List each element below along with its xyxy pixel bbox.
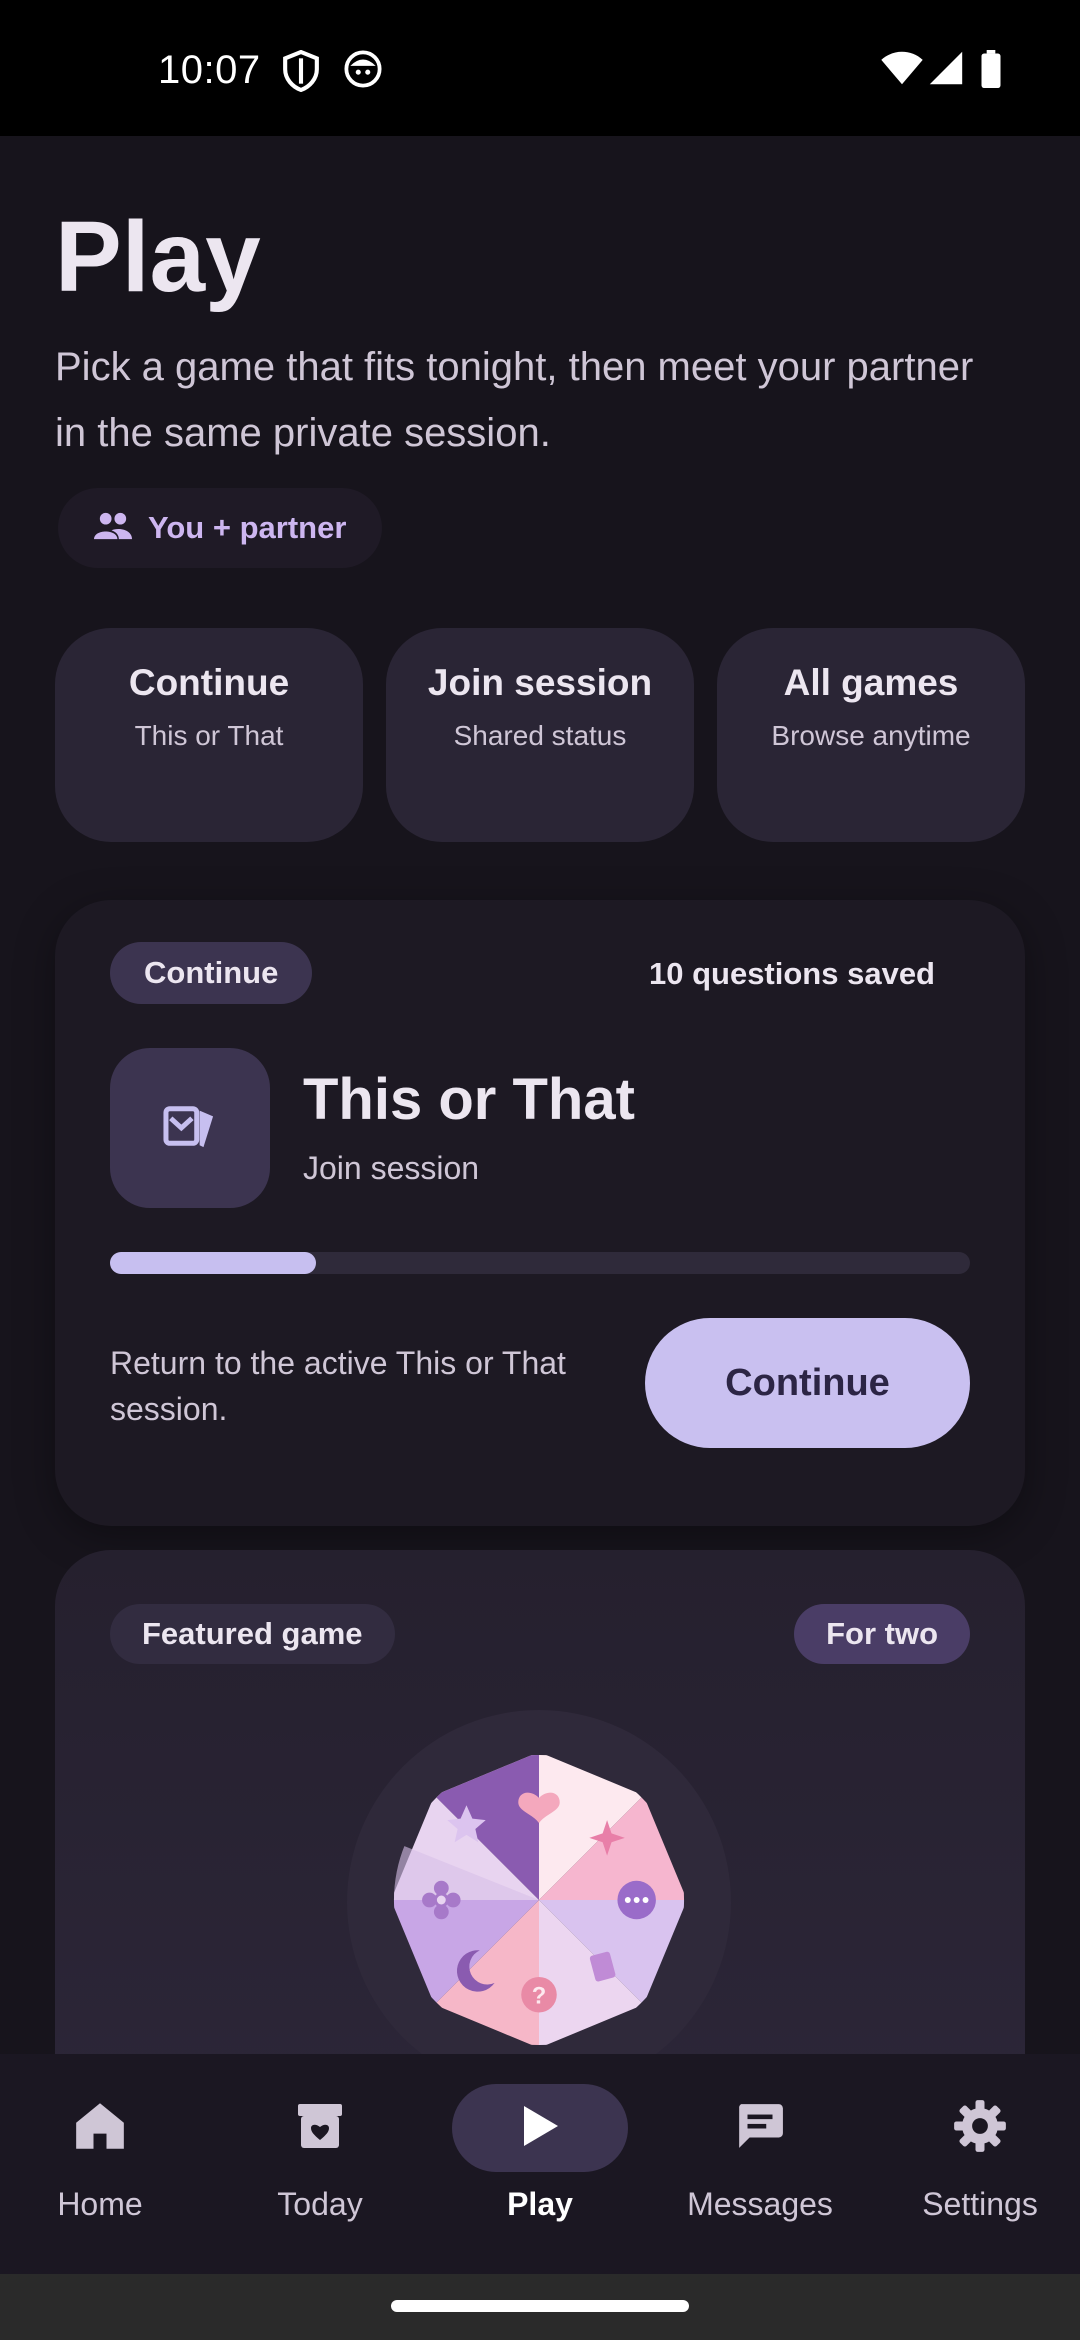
partner-chip[interactable]: You + partner bbox=[58, 488, 383, 568]
nav-label: Home bbox=[57, 2186, 143, 2222]
continue-badge: Continue bbox=[110, 942, 313, 1004]
questions-saved-label: 10 questions saved bbox=[648, 956, 935, 991]
featured-badge: Featured game bbox=[110, 1604, 395, 1664]
continue-button[interactable]: Continue bbox=[645, 1318, 970, 1448]
bottom-nav: Home Today Play Messages Settings bbox=[0, 2054, 1080, 2274]
gesture-bar[interactable] bbox=[391, 2300, 689, 2312]
featured-game-card[interactable]: Featured game For two ? bbox=[55, 1550, 1025, 2110]
quick-action-title: All games bbox=[783, 662, 959, 703]
message-icon bbox=[735, 2102, 785, 2155]
gear-icon bbox=[953, 2099, 1007, 2158]
svg-text:?: ? bbox=[532, 1984, 546, 2010]
continue-description: Return to the active This or That sessio… bbox=[110, 1345, 566, 1427]
quick-action-join-session[interactable]: Join session Shared status bbox=[386, 628, 694, 842]
for-two-chip: For two bbox=[794, 1604, 970, 1664]
game-icon-box bbox=[110, 1048, 270, 1208]
home-icon bbox=[74, 2101, 126, 2156]
nav-pill bbox=[452, 2084, 628, 2172]
page-title: Play bbox=[55, 201, 261, 313]
nav-pill bbox=[12, 2084, 188, 2172]
spin-wheel[interactable]: ? bbox=[391, 1752, 687, 2048]
nav-label: Messages bbox=[687, 2186, 833, 2222]
archive-heart-icon bbox=[296, 2102, 344, 2155]
nav-label: Play bbox=[507, 2186, 573, 2222]
quick-action-subtitle: This or That bbox=[134, 720, 284, 751]
continue-card: Continue 10 questions saved This or That… bbox=[55, 900, 1025, 1526]
nav-item-settings[interactable]: Settings bbox=[880, 2084, 1080, 2223]
quick-action-subtitle: Shared status bbox=[453, 720, 627, 751]
nav-label: Today bbox=[277, 2186, 363, 2222]
quick-action-title: Continue bbox=[128, 662, 290, 703]
nav-pill bbox=[232, 2084, 408, 2172]
nav-pill bbox=[892, 2084, 1068, 2172]
people-icon bbox=[94, 511, 132, 546]
gesture-area bbox=[0, 2274, 1080, 2340]
shield-icon bbox=[282, 49, 320, 97]
progress-bar bbox=[110, 1252, 970, 1274]
wifi-icon bbox=[880, 50, 924, 91]
face-icon bbox=[344, 50, 382, 93]
cards-icon bbox=[163, 1101, 217, 1156]
quick-action-continue[interactable]: Continue This or That bbox=[55, 628, 363, 842]
quick-action-title: Join session bbox=[427, 662, 653, 703]
quick-action-all-games[interactable]: All games Browse anytime bbox=[717, 628, 1025, 842]
nav-pill bbox=[672, 2084, 848, 2172]
nav-item-home[interactable]: Home bbox=[0, 2084, 200, 2223]
game-subtitle: Join session bbox=[303, 1150, 480, 1186]
chat-icon bbox=[617, 1880, 656, 1920]
progress-fill bbox=[110, 1252, 317, 1274]
status-bar: 10:07 bbox=[0, 0, 1080, 136]
battery-icon bbox=[980, 50, 1002, 93]
quick-action-subtitle: Browse anytime bbox=[771, 720, 971, 751]
status-time: 10:07 bbox=[158, 48, 261, 92]
nav-label: Settings bbox=[922, 2186, 1038, 2222]
page-subtitle: Pick a game that fits tonight, then meet… bbox=[55, 345, 974, 455]
game-title: This or That bbox=[303, 1067, 635, 1132]
signal-icon bbox=[928, 50, 964, 91]
nav-item-play[interactable]: Play bbox=[440, 2084, 640, 2223]
nav-item-today[interactable]: Today bbox=[220, 2084, 420, 2223]
question-icon: ? bbox=[521, 1976, 557, 2013]
partner-chip-label: You + partner bbox=[148, 510, 347, 545]
play-icon bbox=[520, 2104, 560, 2153]
nav-item-messages[interactable]: Messages bbox=[660, 2084, 860, 2223]
